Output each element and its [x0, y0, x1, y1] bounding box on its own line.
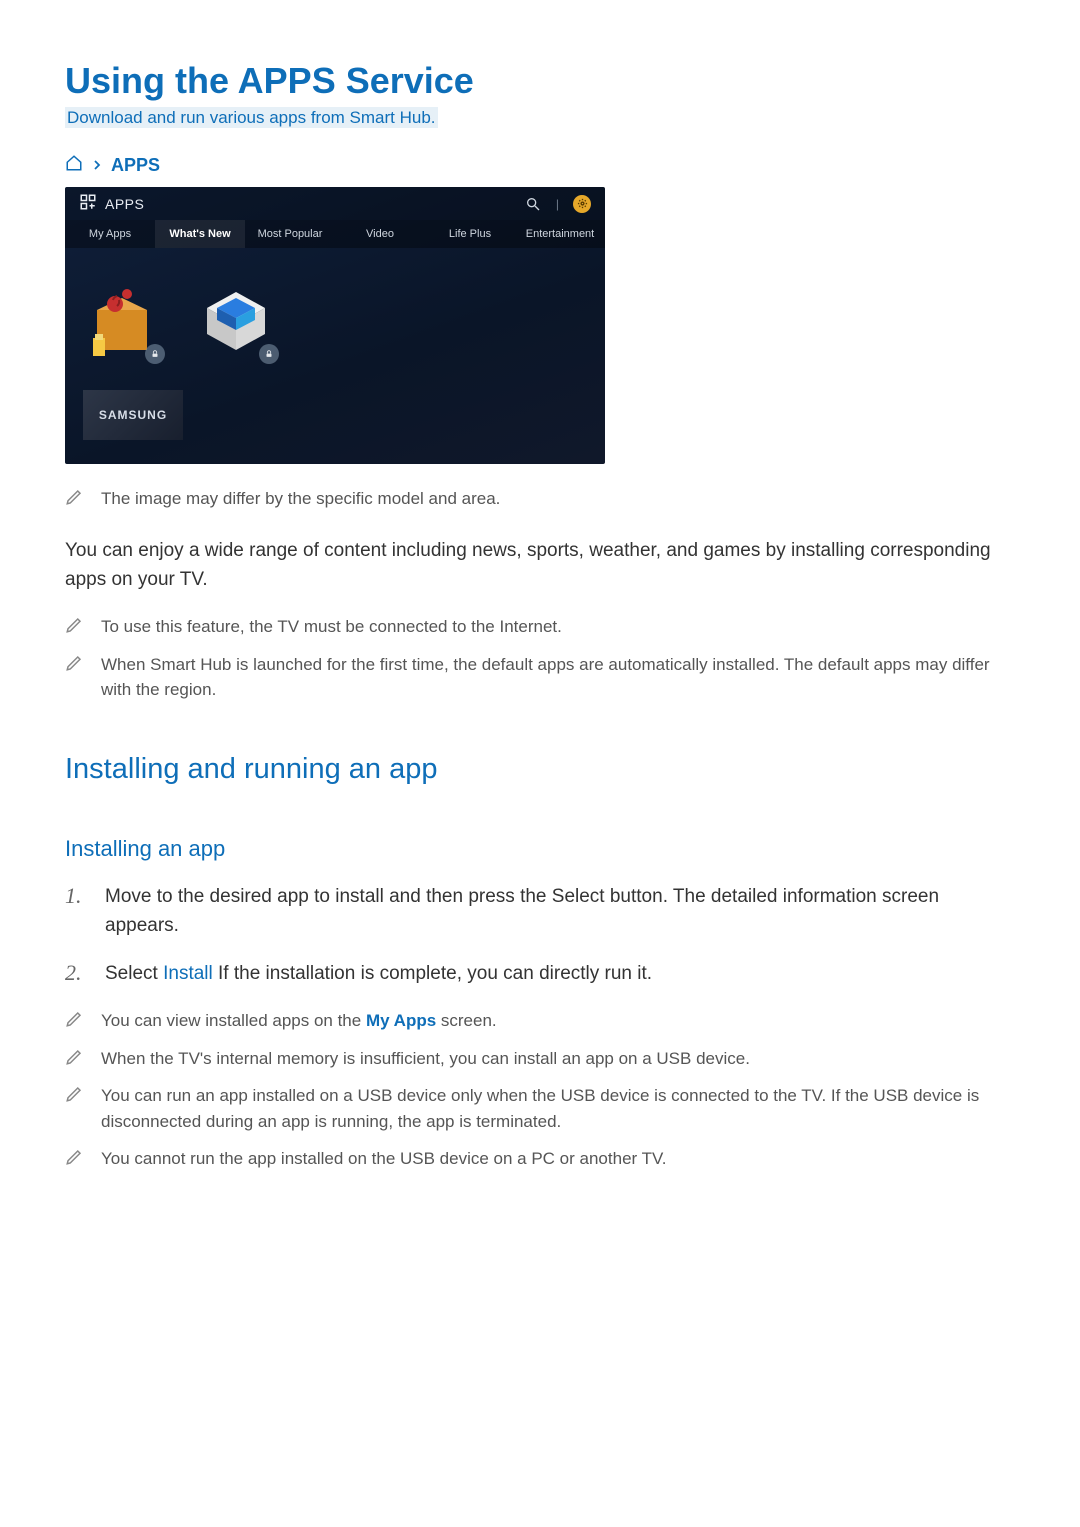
step-2: 2. Select Install If the installation is… — [65, 959, 1015, 988]
pencil-icon — [65, 1083, 83, 1108]
page-title: Using the APPS Service — [65, 60, 1015, 102]
step-number: 1. — [65, 882, 87, 941]
app-tile-1[interactable] — [83, 282, 161, 360]
samsung-logo-tile[interactable]: SAMSUNG — [83, 390, 183, 440]
note-image-differs: The image may differ by the specific mod… — [65, 486, 1015, 512]
search-icon[interactable] — [524, 195, 542, 213]
pencil-icon — [65, 1008, 83, 1033]
note-insufficient-memory: When the TV's internal memory is insuffi… — [65, 1046, 1015, 1072]
breadcrumb: APPS — [65, 154, 1015, 177]
settings-icon[interactable] — [573, 195, 591, 213]
divider: | — [556, 197, 559, 211]
note-internet: To use this feature, the TV must be conn… — [65, 614, 1015, 640]
note-default-apps: When Smart Hub is launched for the first… — [65, 652, 1015, 703]
tab-most-popular[interactable]: Most Popular — [245, 220, 335, 248]
home-icon — [65, 154, 83, 177]
note-other-device: You cannot run the app installed on the … — [65, 1146, 1015, 1172]
note-my-apps: You can view installed apps on the My Ap… — [65, 1008, 1015, 1034]
my-apps-link: My Apps — [366, 1011, 436, 1030]
note-usb-connected: You can run an app installed on a USB de… — [65, 1083, 1015, 1134]
subsection-installing-app: Installing an app — [65, 836, 1015, 862]
chevron-right-icon — [91, 155, 103, 176]
page-subtitle: Download and run various apps from Smart… — [65, 108, 1015, 128]
tv-tabs: My Apps What's New Most Popular Video Li… — [65, 220, 605, 248]
app-tile-2[interactable] — [197, 282, 275, 360]
lock-icon — [145, 344, 165, 364]
breadcrumb-label: APPS — [111, 155, 160, 176]
pencil-icon — [65, 1146, 83, 1171]
pencil-icon — [65, 1046, 83, 1071]
apps-grid-icon — [79, 193, 97, 214]
section-installing-running: Installing and running an app — [65, 753, 1015, 786]
step-number: 2. — [65, 959, 87, 988]
step-1: 1. Move to the desired app to install an… — [65, 882, 1015, 941]
tv-header: APPS | — [65, 187, 605, 220]
tab-life-plus[interactable]: Life Plus — [425, 220, 515, 248]
pencil-icon — [65, 486, 83, 511]
install-link: Install — [163, 963, 213, 984]
tv-screenshot: APPS | My Apps What's New Most Popular — [65, 187, 605, 464]
lock-icon — [259, 344, 279, 364]
tab-video[interactable]: Video — [335, 220, 425, 248]
pencil-icon — [65, 652, 83, 677]
intro-paragraph: You can enjoy a wide range of content in… — [65, 536, 1015, 595]
tab-entertainment[interactable]: Entertainment — [515, 220, 605, 248]
tab-my-apps[interactable]: My Apps — [65, 220, 155, 248]
tv-header-title: APPS — [105, 196, 144, 212]
tab-whats-new[interactable]: What's New — [155, 220, 245, 248]
tv-content: SAMSUNG — [65, 248, 605, 464]
pencil-icon — [65, 614, 83, 639]
